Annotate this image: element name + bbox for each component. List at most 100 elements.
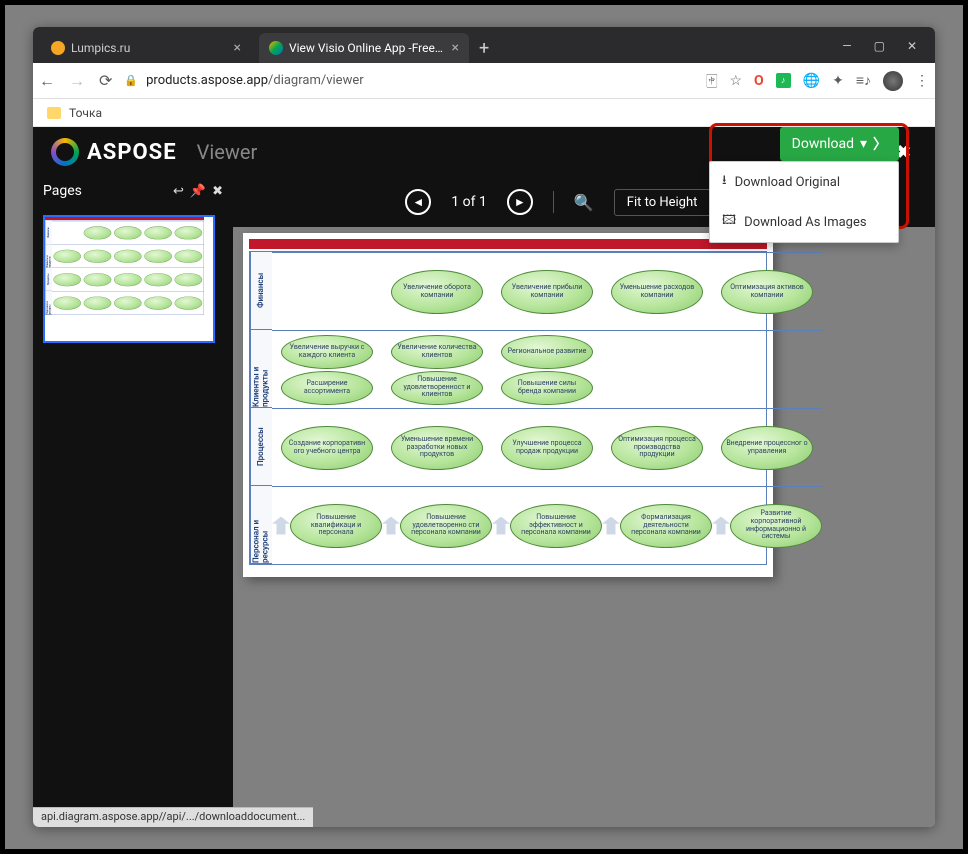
node: Развитие корпоративной информационно й с… bbox=[730, 504, 822, 548]
bookmark-item[interactable]: Точка bbox=[69, 106, 102, 120]
images-icon: 🖾 bbox=[722, 211, 736, 233]
tab-1[interactable]: View Visio Online App -Free Onli × bbox=[259, 33, 469, 63]
diagram-grid: Финансы Увеличение оборота компании Увел… bbox=[249, 251, 767, 565]
tab-title: View Visio Online App -Free Onli bbox=[289, 41, 446, 55]
node: Улучшение процесса продаж продукции bbox=[501, 426, 593, 470]
pages-label: Pages bbox=[43, 183, 82, 199]
window-controls: — ▢ ✕ bbox=[842, 39, 935, 63]
node: Создание корпоративн ого учебного центра bbox=[281, 426, 373, 470]
favicon-0 bbox=[51, 41, 65, 55]
close-panel-icon[interactable]: ✖ bbox=[212, 184, 223, 199]
arrow-up-icon bbox=[712, 517, 730, 535]
aspose-logo[interactable]: ASPOSE bbox=[51, 138, 177, 166]
tab-0[interactable]: Lumpics.ru × bbox=[41, 33, 251, 63]
url-path: /diagram/viewer bbox=[268, 73, 364, 88]
playlist-ext-icon[interactable]: ≡♪ bbox=[856, 72, 871, 89]
canvas[interactable]: Финансы Увеличение оборота компании Увел… bbox=[233, 227, 935, 827]
arrow-up-icon bbox=[382, 517, 400, 535]
back-icon[interactable]: ← bbox=[39, 71, 55, 91]
titlebar: Lumpics.ru × View Visio Online App -Free… bbox=[33, 27, 935, 63]
page-counter: 1 of 1 bbox=[451, 194, 487, 210]
close-tab-icon[interactable]: × bbox=[234, 40, 241, 56]
close-tab-icon[interactable]: × bbox=[452, 40, 459, 56]
status-text: api.diagram.aspose.app//api/.../download… bbox=[41, 810, 305, 823]
row-label: Персонал и ресурсы bbox=[250, 486, 272, 564]
bookmark-star-icon[interactable]: ☆ bbox=[729, 73, 742, 89]
node: Повышение удовлетворенност и клиентов bbox=[391, 371, 483, 405]
node: Повышение силы бренда компании bbox=[501, 371, 593, 405]
page-thumbnail[interactable]: Финансы Клиенты и продукты bbox=[43, 215, 215, 343]
zoom-out-icon[interactable]: 🔍 bbox=[574, 193, 594, 212]
node: Повышение квалификаци и персонала bbox=[290, 504, 382, 548]
row-label: Процессы bbox=[250, 408, 272, 486]
url-domain: products.aspose.app bbox=[146, 73, 268, 88]
status-bar: api.diagram.aspose.app//api/.../download… bbox=[33, 807, 313, 827]
node: Уменьшение расходов компании bbox=[611, 270, 703, 314]
logo-swirl-icon bbox=[51, 138, 79, 166]
app-area: ASPOSE Viewer Download ▾ 〉 ⭳ Download Or… bbox=[33, 127, 935, 827]
row-label: Финансы bbox=[250, 252, 272, 330]
node: Оптимизация активов компании bbox=[721, 270, 813, 314]
bookmarks-bar: Точка bbox=[33, 99, 935, 127]
node: Региональное развитие bbox=[501, 335, 593, 369]
node: Увеличение количества клиентов bbox=[391, 335, 483, 369]
next-page-icon[interactable]: ► bbox=[507, 189, 533, 215]
doc-header-bar bbox=[249, 239, 767, 249]
arrow-up-icon bbox=[492, 517, 510, 535]
browser-window: Lumpics.ru × View Visio Online App -Free… bbox=[33, 27, 935, 827]
music-ext-icon[interactable]: ♪ bbox=[776, 73, 791, 88]
close-window-icon[interactable]: ✕ bbox=[907, 39, 917, 53]
brand-text: ASPOSE bbox=[87, 140, 177, 165]
forward-icon[interactable]: → bbox=[69, 71, 85, 91]
profile-avatar-icon[interactable] bbox=[883, 71, 903, 91]
tab-title: Lumpics.ru bbox=[71, 41, 228, 55]
node: Уменьшение времени разработки новых прод… bbox=[391, 426, 483, 470]
extension-icons: 🀄︎ ☆ O ♪ 🌐 ✦ ≡♪ ⋮ bbox=[706, 71, 929, 91]
download-icon: ⭳ bbox=[722, 171, 727, 193]
maximize-icon[interactable]: ▢ bbox=[874, 39, 885, 53]
item-label: Download As Images bbox=[744, 215, 866, 230]
download-button[interactable]: Download ▾ 〉 bbox=[780, 127, 899, 161]
node: Расширение ассортимента bbox=[281, 371, 373, 405]
node: Оптимизация процесса производства продук… bbox=[611, 426, 703, 470]
translate-icon[interactable]: 🀄︎ bbox=[706, 73, 717, 89]
undo-icon[interactable]: ↩ bbox=[173, 184, 184, 199]
zoom-select[interactable]: Fit to Height bbox=[614, 189, 723, 216]
caret-down-icon: ▾ bbox=[860, 136, 867, 152]
node: Повышение эффективност и персонала компа… bbox=[510, 504, 602, 548]
download-images-item[interactable]: 🖾 Download As Images bbox=[710, 202, 898, 242]
node: Увеличение оборота компании bbox=[391, 270, 483, 314]
folder-icon bbox=[47, 107, 61, 119]
node: Формализация деятельности персонала комп… bbox=[620, 504, 712, 548]
reload-icon[interactable]: ⟳ bbox=[99, 71, 112, 90]
download-area: Download ▾ 〉 ⭳ Download Original 🖾 Downl… bbox=[780, 127, 899, 161]
app-header: ASPOSE Viewer Download ▾ 〉 ⭳ Download Or… bbox=[33, 127, 935, 177]
favicon-1 bbox=[269, 41, 283, 55]
download-menu: ⭳ Download Original 🖾 Download As Images bbox=[709, 161, 899, 243]
node: Увеличение выручки с каждого клиента bbox=[281, 335, 373, 369]
pin-icon[interactable]: 📌 bbox=[190, 184, 206, 199]
download-label: Download bbox=[792, 136, 854, 152]
prev-page-icon[interactable]: ◄ bbox=[405, 189, 431, 215]
item-label: Download Original bbox=[735, 175, 840, 190]
node: Внедрение процессног о управления bbox=[721, 426, 813, 470]
menu-dots-icon[interactable]: ⋮ bbox=[915, 73, 929, 89]
address-bar: ← → ⟳ 🔒 products.aspose.app/diagram/view… bbox=[33, 63, 935, 99]
viewer-label: Viewer bbox=[197, 140, 258, 164]
document-page: Финансы Увеличение оборота компании Увел… bbox=[243, 233, 773, 577]
minimize-icon[interactable]: — bbox=[842, 39, 851, 53]
arrow-up-icon bbox=[602, 517, 620, 535]
download-original-item[interactable]: ⭳ Download Original bbox=[710, 162, 898, 202]
node: Увеличение прибыли компании bbox=[501, 270, 593, 314]
globe-ext-icon[interactable]: 🌐 bbox=[803, 73, 820, 89]
arrow-up-icon bbox=[272, 517, 290, 535]
lock-icon: 🔒 bbox=[124, 74, 138, 87]
row-label: Клиенты и продукты bbox=[250, 330, 272, 408]
url-input[interactable]: 🔒 products.aspose.app/diagram/viewer bbox=[124, 73, 694, 88]
chevron-right-icon: 〉 bbox=[873, 134, 887, 154]
puzzle-ext-icon[interactable]: ✦ bbox=[832, 73, 844, 89]
node: Повышение удовлетворенно сти персонала к… bbox=[400, 504, 492, 548]
opera-ext-icon[interactable]: O bbox=[754, 73, 764, 89]
new-tab-button[interactable]: + bbox=[479, 38, 489, 59]
pages-panel: Pages ↩ 📌 ✖ Финансы bbox=[33, 177, 233, 827]
